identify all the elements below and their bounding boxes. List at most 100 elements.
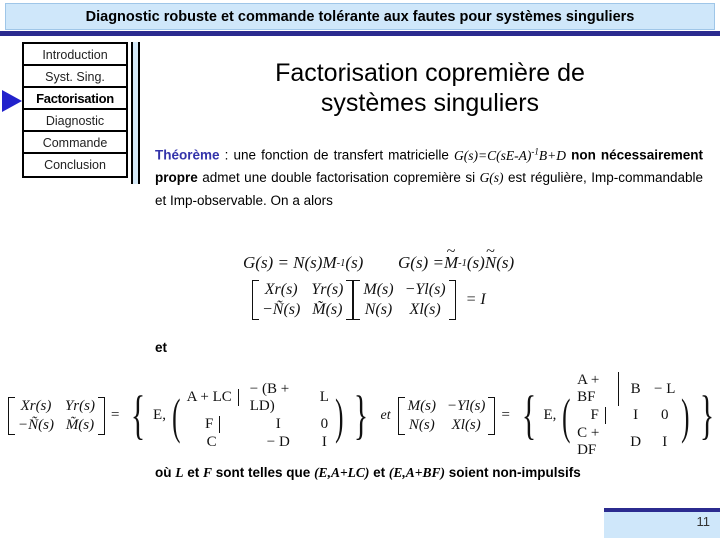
eq1-right-exponent: -1	[458, 257, 467, 269]
sidebar-accent-strip	[131, 42, 140, 184]
sidebar-item-syst-sing[interactable]: Syst. Sing.	[24, 66, 126, 88]
eq3-rhs-cells: M(s) −Yl(s) N(s) Xl(s)	[405, 397, 489, 435]
curly-brace-right-icon: }	[353, 385, 368, 446]
eq3-lhs-cells: Xr(s) Yr(s) −Ñ(s) M̃(s)	[15, 397, 98, 435]
sidebar-item-factorisation[interactable]: Factorisation	[24, 88, 126, 110]
eq2-matrix-1: Xr(s) Yr(s) −Ñ(s) M̃(s)	[252, 280, 354, 320]
equation-state-space-realizations: Xr(s) Yr(s) −Ñ(s) M̃(s) = { E, ( A + LC …	[8, 372, 720, 459]
header-divider-rule	[0, 31, 720, 36]
eq3-row: Xr(s) Yr(s) −Ñ(s) M̃(s) = { E, ( A + LC …	[8, 372, 720, 459]
eq3-m1-r1c0: F	[203, 415, 221, 433]
eq1-left-body: G(s) = N(s)M	[243, 253, 337, 273]
slide-title: Factorisation copremière de systèmes sin…	[150, 58, 710, 118]
sidebar-item-diagnostic[interactable]: Diagnostic	[24, 110, 126, 132]
eq3-m2-r1c1: I	[633, 407, 639, 423]
eq3-rhs-cell-0: M(s)	[407, 397, 436, 414]
inline-formula-body: G(s)=C(sE-A)	[454, 147, 532, 163]
eq2-m1-cell-0: Xr(s)	[264, 281, 298, 298]
eq1-right-tail: (s)	[496, 253, 515, 273]
eq3-rhs-cell-2: N(s)	[408, 416, 435, 433]
eq3-m1-r2c0: C	[206, 433, 217, 450]
note-symbol-L: L	[175, 465, 184, 480]
eq2-m2-cell-0: M(s)	[363, 281, 394, 298]
inline-formula-gs: G(s)	[479, 170, 504, 185]
curly-brace-right-icon: }	[699, 385, 715, 446]
eq3-matrix-1-cells: A + LC − (B + LD) L F I 0 C − D I	[185, 381, 331, 451]
paren-left-icon: (	[562, 387, 571, 444]
slide-title-line-2: systèmes singuliers	[320, 89, 540, 117]
note-condition-1: (E,A+LC)	[314, 465, 370, 480]
eq1-right-mid: (s)	[466, 253, 485, 273]
inline-formula-transfer-function: G(s)=C(sE-A)-1B+D	[454, 146, 566, 163]
bracket-left-icon	[252, 280, 259, 320]
eq3-m1-r1c2: 0	[320, 415, 329, 432]
eq1-left-exponent: -1	[336, 257, 346, 269]
eq3-m1-r0c1: − (B + LD)	[249, 380, 290, 414]
tilde-accent-icon: ~	[486, 243, 495, 261]
eq3-m2-r0c1: B	[630, 380, 641, 397]
eq3-E-label-2: E,	[543, 407, 557, 423]
bracket-right-icon	[346, 280, 354, 320]
equation-coprime-left: G(s) = ~ M -1 (s) ~ N (s)	[398, 243, 515, 273]
eq1-left-tail: (s)	[345, 253, 364, 273]
bracket-right-icon	[448, 280, 456, 320]
curly-brace-left-icon: {	[130, 385, 146, 446]
bracket-left-icon	[8, 396, 15, 435]
eq2-m2-cell-1: −Yl(s)	[404, 281, 446, 298]
equation-coprime-right: G(s) = N(s)M -1 (s)	[243, 252, 363, 273]
note-line: où L et F sont telles que (E,A+LC) et (E…	[155, 465, 581, 481]
theorem-label: Théorème	[155, 147, 220, 163]
eq3-rhs-matrix: M(s) −Yl(s) N(s) Xl(s)	[397, 396, 496, 435]
slide-title-line-1: Factorisation copremière de	[275, 59, 585, 87]
eq3-realization-1: { E, ( A + LC − (B + LD) L F I 0 C − D I…	[125, 381, 373, 451]
eq3-lhs-cell-3: M̃(s)	[65, 416, 95, 433]
bracket-right-icon	[97, 396, 105, 435]
eq3-m2-r2c2: I	[662, 433, 668, 450]
eq2-matrix-2: M(s) −Yl(s) N(s) Xl(s)	[353, 280, 456, 320]
eq3-m2-r0c2: − L	[654, 380, 676, 397]
sidebar-nav: Introduction Syst. Sing. Factorisation D…	[22, 42, 128, 178]
eq3-equals-2: =	[500, 407, 511, 423]
page-header-title: Diagnostic robuste et commande tolérante…	[85, 9, 635, 25]
connector-et-text: et	[155, 340, 168, 355]
theorem-colon: :	[219, 147, 234, 163]
theorem-segment-3: admet une double factorisation copremièr…	[197, 170, 480, 185]
note-mid-2: sont telles que	[212, 465, 315, 480]
sidebar-item-introduction[interactable]: Introduction	[24, 44, 126, 66]
sidebar-item-conclusion[interactable]: Conclusion	[24, 154, 126, 176]
paren-left-icon: (	[172, 387, 181, 444]
theorem-paragraph: Théorème : une fonction de transfert mat…	[155, 140, 703, 212]
note-post: soient non-impulsifs	[444, 465, 581, 480]
eq2-equals-identity: = I	[465, 291, 486, 308]
eq3-m2-r2c1: D	[630, 433, 642, 450]
eq3-m1-r2c1: − D	[266, 433, 290, 450]
eq2-m1-cell-2: −Ñ(s)	[262, 301, 301, 318]
equation-bezout-identity: Xr(s) Yr(s) −Ñ(s) M̃(s) M(s) −Yl(s) N(s)…	[252, 280, 486, 320]
eq3-lhs-matrix: Xr(s) Yr(s) −Ñ(s) M̃(s)	[8, 396, 105, 435]
bracket-left-icon	[353, 280, 361, 320]
equation-1-right: G(s) = ~ M -1 (s) ~ N (s)	[398, 243, 515, 273]
note-symbol-F: F	[203, 465, 213, 480]
note-condition-2: (E,A+BF)	[388, 465, 445, 480]
paren-right-icon: )	[681, 387, 690, 444]
eq2-matrix-1-cells: Xr(s) Yr(s) −Ñ(s) M̃(s)	[259, 280, 346, 320]
eq3-equals-1: =	[109, 407, 121, 423]
theorem-segment-1: une fonction de transfert matricielle	[233, 147, 455, 163]
eq3-connector-et: et	[380, 407, 391, 423]
eq3-m2-r0c0: A + BF	[575, 372, 620, 406]
eq3-E-label-1: E,	[153, 407, 166, 423]
active-section-pointer-icon	[2, 90, 22, 112]
eq3-realization-2: { E, ( A + BF B − L F I 0 C + DF D I ) }	[516, 372, 720, 459]
equation-1-left: G(s) = N(s)M -1 (s)	[243, 253, 363, 273]
eq3-m1-r0c2: L	[319, 389, 329, 405]
eq3-rhs-cell-3: Xl(s)	[451, 416, 481, 433]
eq3-matrix-2-cells: A + BF B − L F I 0 C + DF D I	[575, 372, 677, 459]
curly-brace-left-icon: {	[521, 385, 536, 446]
eq2-m1-cell-3: M̃(s)	[312, 301, 343, 318]
inline-formula-tail: B+D	[538, 147, 566, 163]
sidebar-item-commande[interactable]: Commande	[24, 132, 126, 154]
eq3-m2-r2c0: C + DF	[577, 425, 600, 458]
page-number: 11	[696, 514, 711, 529]
eq3-matrix-1-paren: ( A + LC − (B + LD) L F I 0 C − D I )	[168, 381, 348, 451]
note-pre: où	[155, 465, 176, 480]
